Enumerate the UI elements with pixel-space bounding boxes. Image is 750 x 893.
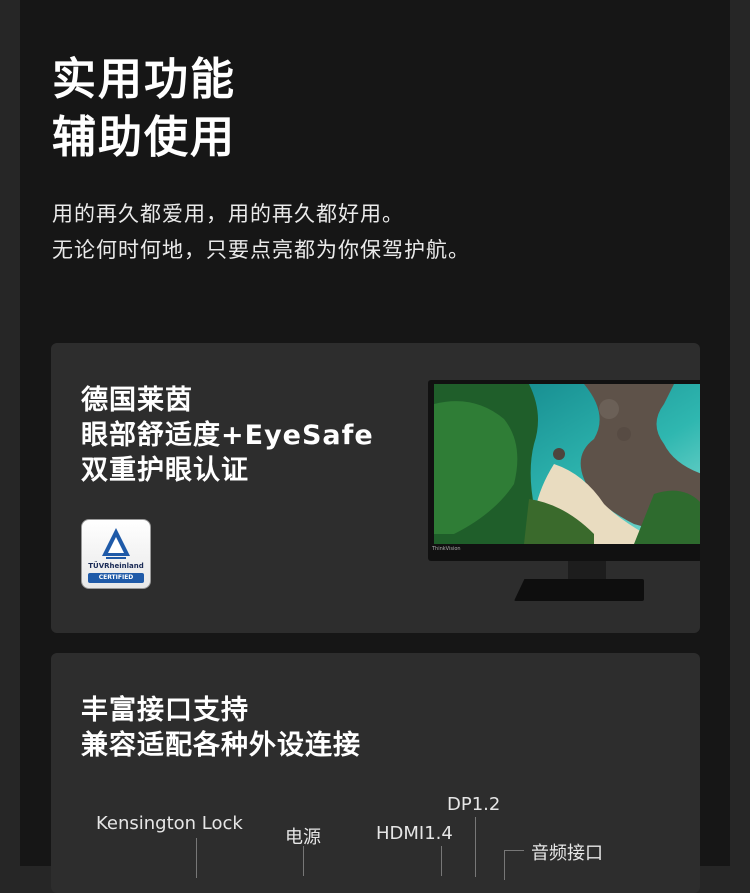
port-leader-line xyxy=(196,838,197,878)
monitor-brand: ThinkVision xyxy=(432,546,461,552)
port-leader-line xyxy=(441,846,442,876)
port-leader-line xyxy=(504,850,505,880)
tuv-certified-badge: TÜVRheinland CERTIFIED xyxy=(81,519,151,589)
ports-card-title-2: 兼容适配各种外设连接 xyxy=(81,730,361,761)
beach-landscape-image xyxy=(434,384,700,544)
tuv-name: TÜVRheinland xyxy=(88,562,144,570)
port-label-dp: DP1.2 xyxy=(447,794,501,815)
tuv-certified-label: CERTIFIED xyxy=(88,573,144,583)
eye-care-card: 德国莱茵 眼部舒适度+EyeSafe 双重护眼认证 TÜVRheinland C… xyxy=(51,343,700,633)
subtitle-line-2: 无论何时何地，只要点亮都为你保驾护航。 xyxy=(52,238,470,262)
monitor-screen xyxy=(434,384,700,544)
tuv-triangle-icon xyxy=(102,528,130,559)
monitor-stand-base xyxy=(514,579,644,601)
eye-card-title-3: 双重护眼认证 xyxy=(81,455,249,486)
port-label-kensington-lock: Kensington Lock xyxy=(96,813,243,834)
ports-card: 丰富接口支持 兼容适配各种外设连接 Kensington Lock 电源 HDM… xyxy=(51,653,700,893)
port-leader-line xyxy=(504,850,524,851)
subtitle-line-1: 用的再久都爱用，用的再久都好用。 xyxy=(52,202,404,226)
headline-line-2: 辅助使用 xyxy=(52,112,236,163)
headline-line-1: 实用功能 xyxy=(52,54,236,105)
port-leader-line xyxy=(475,817,476,877)
monitor-image: ThinkVision xyxy=(428,380,700,601)
ports-card-title-1: 丰富接口支持 xyxy=(81,695,249,726)
eye-card-title-1: 德国莱茵 xyxy=(81,385,193,416)
eye-card-title-2: 眼部舒适度+EyeSafe xyxy=(81,420,374,451)
port-label-hdmi: HDMI1.4 xyxy=(376,823,453,844)
port-leader-line xyxy=(303,846,304,876)
port-label-audio: 音频接口 xyxy=(531,843,603,864)
